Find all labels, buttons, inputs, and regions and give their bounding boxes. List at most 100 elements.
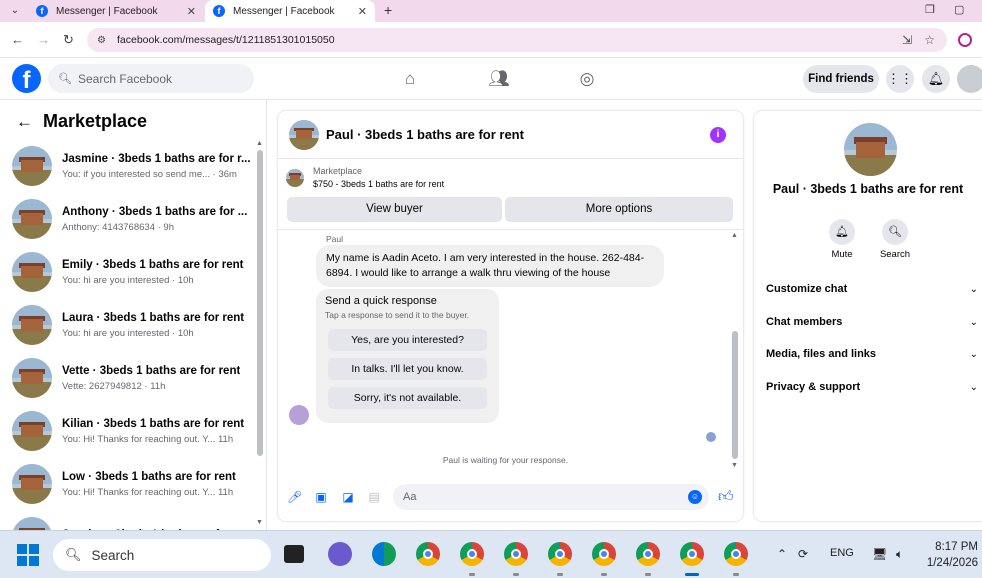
account-avatar[interactable] bbox=[957, 65, 982, 93]
tab-title: Messenger | Facebook bbox=[56, 5, 158, 17]
search-icon: 🔍︎ bbox=[882, 219, 908, 245]
menu-grid-icon[interactable]: ⋮⋮ bbox=[886, 65, 914, 93]
chrome-icon[interactable] bbox=[416, 542, 440, 566]
quick-response-option[interactable]: Sorry, it's not available. bbox=[328, 387, 487, 409]
conversation-item[interactable]: Vette · 3beds 1 baths are for rent Vette:… bbox=[12, 354, 252, 402]
chrome-profile-icon[interactable] bbox=[504, 542, 528, 566]
show-hidden-icons-icon[interactable]: ⌃ bbox=[777, 547, 787, 561]
quick-response-option[interactable]: Yes, are you interested? bbox=[328, 329, 487, 351]
edge-icon[interactable] bbox=[372, 542, 396, 566]
chat-scrollbar[interactable] bbox=[732, 331, 738, 459]
more-options-button[interactable]: More options bbox=[505, 197, 733, 222]
url-field[interactable]: ⚙ facebook.com/messages/t/12118513010150… bbox=[87, 28, 947, 52]
teams-icon[interactable] bbox=[328, 542, 352, 566]
task-view-icon[interactable] bbox=[284, 545, 304, 563]
conversation-name: Emily · 3beds 1 baths are for rent bbox=[62, 258, 244, 271]
view-buyer-button[interactable]: View buyer bbox=[287, 197, 502, 222]
close-tab-icon[interactable]: ✕ bbox=[358, 5, 367, 18]
network-icon[interactable]: 🖥︎ bbox=[872, 547, 887, 561]
chrome-profile-icon[interactable] bbox=[548, 542, 572, 566]
search-icon: 🔍︎ bbox=[58, 73, 72, 85]
listing-thumbnail bbox=[12, 252, 52, 292]
notifications-bell-icon[interactable]: 🔔︎ bbox=[922, 65, 950, 93]
conversation-snippet: You: hi are you interested · 10h bbox=[62, 327, 194, 339]
mute-action[interactable]: 🔔︎ Mute bbox=[822, 219, 862, 260]
facebook-favicon-icon: f bbox=[213, 5, 225, 17]
emoji-icon[interactable]: ☺ bbox=[688, 490, 702, 504]
system-clock[interactable]: 8:17 PM 1/24/2026 bbox=[922, 539, 978, 571]
conversation-item[interactable]: Jasmine · 3beds 1 baths are for r... You:… bbox=[12, 142, 252, 190]
chrome-profile-icon[interactable] bbox=[636, 542, 660, 566]
chrome-profile-icon-active[interactable] bbox=[680, 542, 704, 566]
groups-icon[interactable]: ◎ bbox=[576, 68, 598, 90]
conversation-item[interactable]: Low · 3beds 1 baths are for rent You: Hi!… bbox=[12, 460, 252, 508]
conversation-snippet: You: if you interested so send me... · 3… bbox=[62, 168, 237, 180]
microphone-icon[interactable]: 🎤︎ bbox=[287, 490, 302, 504]
taskbar-search[interactable]: 🔍︎ Search bbox=[53, 539, 271, 571]
conversation-item[interactable]: Jocylyn · 3beds 1 baths are for r... bbox=[12, 513, 252, 530]
scroll-up-icon[interactable]: ▲ bbox=[256, 140, 263, 147]
chat-members-section[interactable]: Chat members ⌄ bbox=[766, 312, 978, 332]
message-thread: Paul My name is Aadin Aceto. I am very i… bbox=[278, 229, 743, 471]
language-indicator[interactable]: ENG bbox=[830, 547, 854, 559]
volume-icon[interactable]: 🔈︎ bbox=[896, 547, 903, 562]
browser-tab-2-active[interactable]: f Messenger | Facebook ✕ bbox=[205, 0, 375, 22]
forward-icon[interactable]: → bbox=[37, 32, 50, 47]
chrome-profile-icon[interactable] bbox=[460, 542, 484, 566]
chevron-down-icon: ⌄ bbox=[969, 283, 978, 295]
browser-tab-1[interactable]: f Messenger | Facebook ✕ bbox=[28, 0, 204, 22]
chrome-profile-icon[interactable] bbox=[592, 542, 616, 566]
close-tab-icon[interactable]: ✕ bbox=[187, 5, 196, 18]
conversation-item[interactable]: Anthony · 3beds 1 baths are for ... Antho… bbox=[12, 195, 252, 243]
chrome-profile-icon[interactable] bbox=[724, 542, 748, 566]
section-label: Customize chat bbox=[766, 283, 848, 295]
site-info-icon[interactable]: ⚙ bbox=[97, 35, 109, 46]
minimize-window-icon[interactable]: ▢ bbox=[954, 3, 964, 16]
facebook-search-input[interactable]: 🔍︎ Search Facebook bbox=[48, 64, 254, 93]
back-icon[interactable]: ← bbox=[11, 32, 24, 47]
thumbs-up-icon[interactable]: 👍︎ bbox=[718, 488, 734, 506]
quick-response-option[interactable]: In talks. I'll let you know. bbox=[328, 358, 487, 380]
clock-time: 8:17 PM bbox=[935, 541, 978, 553]
back-arrow-icon[interactable]: ← bbox=[16, 112, 33, 132]
install-app-icon[interactable]: ⇲ bbox=[902, 33, 912, 47]
sender-avatar bbox=[289, 405, 309, 425]
message-bubble[interactable]: My name is Aadin Aceto. I am very intere… bbox=[316, 245, 664, 287]
running-indicator bbox=[557, 573, 563, 576]
windows-start-icon[interactable] bbox=[17, 544, 39, 566]
facebook-logo-icon[interactable]: f bbox=[12, 64, 41, 94]
friends-icon[interactable]: 👥︎ bbox=[488, 68, 510, 90]
listing-summary[interactable]: Marketplace $750 - 3beds 1 baths are for… bbox=[286, 166, 444, 189]
scroll-down-icon[interactable]: ▼ bbox=[731, 462, 738, 469]
new-tab-icon[interactable]: + bbox=[384, 2, 392, 18]
message-input[interactable]: Aa bbox=[393, 484, 709, 510]
sync-icon[interactable]: ⟳ bbox=[798, 547, 808, 561]
photo-icon[interactable]: ▣ bbox=[314, 490, 328, 504]
search-action[interactable]: 🔍︎ Search bbox=[875, 219, 915, 260]
customize-chat-section[interactable]: Customize chat ⌄ bbox=[766, 279, 978, 299]
chat-title: Paul · 3beds 1 baths are for rent bbox=[326, 127, 524, 142]
conversation-item[interactable]: Laura · 3beds 1 baths are for rent You: h… bbox=[12, 301, 252, 349]
scroll-down-icon[interactable]: ▼ bbox=[256, 519, 263, 526]
conversation-item[interactable]: Emily · 3beds 1 baths are for rent You: h… bbox=[12, 248, 252, 296]
restore-window-icon[interactable]: ❐ bbox=[925, 3, 935, 16]
sticker-icon[interactable]: ◪ bbox=[341, 490, 355, 504]
marketplace-conversation-list: ← Marketplace Jasmine · 3beds 1 baths ar… bbox=[0, 100, 267, 530]
tab-search-chevron-icon[interactable]: ⌄ bbox=[8, 4, 22, 18]
privacy-support-section[interactable]: Privacy & support ⌄ bbox=[766, 377, 978, 397]
chat-header[interactable]: Paul · 3beds 1 baths are for rent bbox=[278, 111, 743, 159]
find-friends-button[interactable]: Find friends bbox=[803, 65, 879, 93]
sidebar-scrollbar[interactable] bbox=[257, 150, 263, 456]
address-bar: ← → ↻ ⚙ facebook.com/messages/t/12118513… bbox=[0, 22, 982, 58]
reload-icon[interactable]: ↻ bbox=[63, 32, 74, 48]
conversation-item[interactable]: Kilian · 3beds 1 baths are for rent You: … bbox=[12, 407, 252, 455]
info-icon[interactable]: i bbox=[710, 127, 726, 143]
facebook-header: f 🔍︎ Search Facebook ⌂ 👥︎ ◎ Find friends… bbox=[0, 58, 982, 100]
url-text: facebook.com/messages/t/1211851301015050 bbox=[117, 34, 335, 46]
home-icon[interactable]: ⌂ bbox=[399, 68, 421, 90]
media-files-links-section[interactable]: Media, files and links ⌄ bbox=[766, 344, 978, 364]
gif-icon[interactable]: ▤ bbox=[367, 490, 381, 504]
bookmark-star-icon[interactable]: ☆ bbox=[924, 33, 935, 47]
browser-profile-icon[interactable] bbox=[958, 33, 972, 47]
scroll-up-icon[interactable]: ▲ bbox=[731, 232, 738, 239]
